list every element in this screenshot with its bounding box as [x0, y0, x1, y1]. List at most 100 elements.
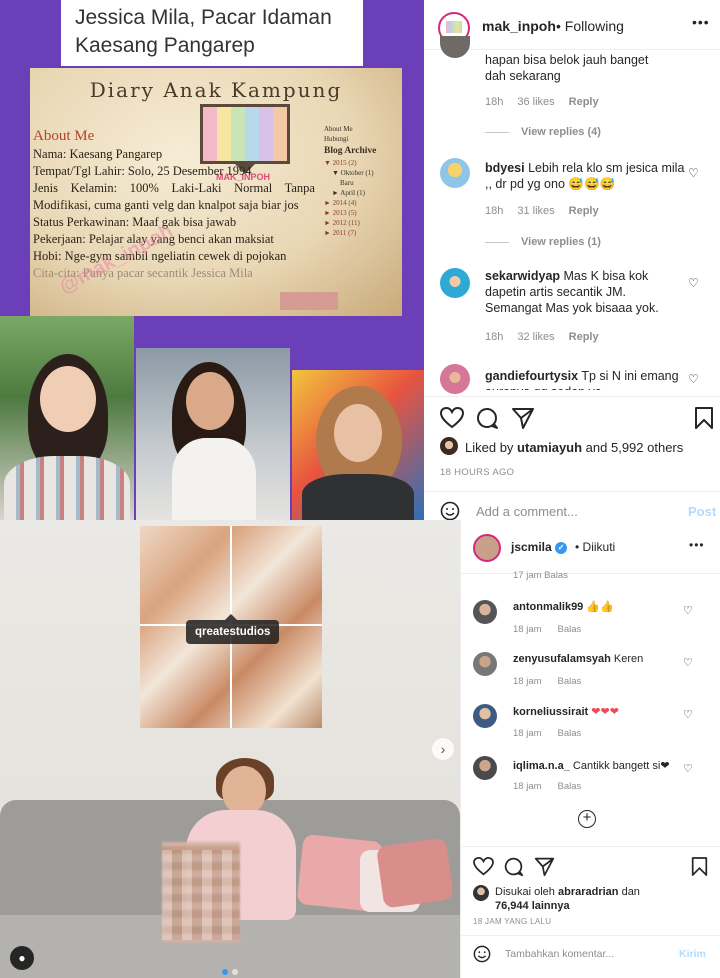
- comment-username[interactable]: korneliussirait: [513, 706, 588, 718]
- archive-year[interactable]: ► 2012 (11): [324, 218, 398, 228]
- save-bookmark-icon[interactable]: [691, 856, 708, 877]
- archive-year[interactable]: ▼ 2015 (2): [324, 158, 398, 168]
- comment-likes[interactable]: 31 likes: [517, 205, 554, 217]
- avatar[interactable]: [473, 534, 501, 562]
- reply-button[interactable]: Balas: [558, 728, 582, 739]
- archive-post[interactable]: Baru: [324, 178, 398, 188]
- liked-count[interactable]: 76,944 lainnya: [495, 900, 570, 912]
- post-username[interactable]: jscmila ✓: [511, 540, 568, 554]
- like-comment-heart-icon[interactable]: ♡: [683, 762, 693, 775]
- comment-text: iqlima.n.a_ Cantikk bangett si❤: [513, 760, 670, 772]
- avatar[interactable]: [473, 885, 489, 901]
- add-comment-input[interactable]: Add a comment...: [476, 504, 578, 519]
- comment-username[interactable]: sekarwidyap: [485, 269, 560, 283]
- post-photo-jscmila[interactable]: qreatestudios › ●: [0, 520, 460, 978]
- comment-likes[interactable]: 32 likes: [517, 331, 554, 343]
- add-comment-input[interactable]: Tambahkan komentar...: [505, 948, 614, 960]
- reply-button[interactable]: Balas: [558, 624, 582, 635]
- like-comment-heart-icon[interactable]: ♡: [688, 372, 699, 386]
- archive-year[interactable]: ► 2013 (5): [324, 208, 398, 218]
- follow-status[interactable]: • Diikuti: [575, 540, 615, 554]
- liked-by-text: Liked by utamiayuh and 5,992 others: [465, 440, 684, 455]
- comment-username[interactable]: bdyesi: [485, 161, 525, 175]
- emoji-icon[interactable]: [473, 945, 491, 963]
- like-comment-heart-icon[interactable]: ♡: [683, 708, 693, 721]
- avatar[interactable]: [473, 652, 497, 676]
- comment-username[interactable]: zenyusufalamsyah: [513, 653, 611, 665]
- share-icon[interactable]: [511, 406, 535, 430]
- share-icon[interactable]: [534, 856, 555, 877]
- like-comment-heart-icon[interactable]: ♡: [688, 276, 699, 290]
- avatar[interactable]: [440, 268, 470, 298]
- like-heart-icon[interactable]: [440, 407, 464, 429]
- liked-by-user[interactable]: utamiayuh: [517, 440, 582, 455]
- comment-text: sekarwidyap Mas K bisa kok dapetin artis…: [485, 269, 659, 315]
- reply-button[interactable]: Reply: [569, 331, 599, 343]
- avatar[interactable]: [440, 158, 470, 188]
- avatar[interactable]: [473, 704, 497, 728]
- post-header: jscmila ✓ • Diikuti •••: [461, 520, 720, 574]
- load-more-plus-icon[interactable]: +: [578, 810, 596, 828]
- archive-title: Blog Archive: [324, 146, 377, 156]
- like-comment-heart-icon[interactable]: ♡: [683, 656, 693, 669]
- archive-month[interactable]: ► April (1): [324, 188, 398, 198]
- avatar[interactable]: [440, 36, 470, 58]
- reply-button[interactable]: Reply: [569, 205, 599, 217]
- headline-line2: Kaesang Pangarep: [75, 34, 255, 57]
- photo-jessica-mila: [136, 348, 290, 520]
- news-collage: Jessica Mila, Pacar Idaman Kaesang Panga…: [0, 0, 424, 520]
- post-username[interactable]: mak_inpoh: [482, 18, 556, 34]
- more-options-icon[interactable]: •••: [689, 538, 705, 552]
- view-replies-label: View replies (1): [521, 236, 601, 248]
- comment-username[interactable]: antonmalik99: [513, 601, 583, 613]
- headline-box: Jessica Mila, Pacar Idaman Kaesang Panga…: [61, 0, 363, 66]
- blog-screenshot: Diary Anak Kampung MAK_INPOH About Me Na…: [30, 68, 402, 316]
- archive-year[interactable]: ► 2014 (4): [324, 198, 398, 208]
- next-photo-chevron-icon[interactable]: ›: [432, 738, 454, 760]
- about-heading: About Me: [33, 128, 95, 144]
- comment-meta: 18h 31 likes Reply: [485, 205, 613, 217]
- sidebar-link-hubungi[interactable]: Hubungi: [324, 134, 398, 144]
- reply-button[interactable]: Balas: [558, 676, 582, 687]
- avatar[interactable]: [473, 600, 497, 624]
- comment-icon[interactable]: [503, 856, 524, 877]
- sidebar-link-about[interactable]: About Me: [324, 124, 398, 134]
- avatar[interactable]: [440, 437, 458, 455]
- more-options-icon[interactable]: •••: [692, 14, 710, 30]
- comment-meta: 18 jam Balas: [513, 781, 582, 792]
- highlight-block: [280, 292, 338, 310]
- reply-button[interactable]: Reply: [569, 96, 599, 108]
- comment-meta: 18h 32 likes Reply: [485, 331, 613, 343]
- comment-likes[interactable]: 36 likes: [517, 96, 554, 108]
- photo-woman-hijab: [292, 370, 424, 520]
- comment-time: 18h: [485, 331, 504, 343]
- reply-button[interactable]: Balas: [558, 781, 582, 792]
- archive-month[interactable]: ▼ Oktober (1): [324, 168, 398, 178]
- view-replies-label: View replies (4): [521, 126, 601, 138]
- like-comment-heart-icon[interactable]: ♡: [683, 604, 693, 617]
- save-bookmark-icon[interactable]: [694, 406, 714, 430]
- post-comment-button[interactable]: Post: [688, 504, 716, 519]
- like-heart-icon[interactable]: [473, 857, 494, 876]
- about-me-section: About Me Nama: Kaesang Pangarep Tempat/T…: [33, 128, 315, 282]
- comment-icon[interactable]: [475, 406, 499, 430]
- liked-by-user[interactable]: abraradrian: [558, 886, 619, 898]
- follow-status[interactable]: • Following: [556, 18, 624, 34]
- about-line: Hobi: Nge-gym sambil ngeliatin cewek di …: [33, 249, 287, 263]
- instagram-post-comments-id: jscmila ✓ • Diikuti ••• 17 jam Balas ant…: [460, 520, 720, 978]
- like-comment-heart-icon[interactable]: ♡: [688, 166, 699, 180]
- post-comment-button[interactable]: Kirim: [679, 948, 706, 960]
- about-line: Nama: Kaesang Pangarep: [33, 147, 163, 161]
- user-tag-label[interactable]: qreatestudios: [186, 620, 280, 644]
- comment-text: antonmalik99 👍👍: [513, 601, 614, 613]
- avatar[interactable]: [440, 364, 470, 394]
- comment-username[interactable]: gandiefourtysix: [485, 369, 578, 383]
- emoji-icon[interactable]: [440, 501, 460, 521]
- view-replies-button[interactable]: View replies (4): [485, 126, 601, 138]
- avatar[interactable]: [473, 756, 497, 780]
- user-tags-icon[interactable]: ●: [10, 946, 34, 970]
- view-replies-button[interactable]: View replies (1): [485, 236, 601, 248]
- archive-year[interactable]: ► 2011 (7): [324, 228, 398, 238]
- comment-username[interactable]: iqlima.n.a_: [513, 760, 570, 772]
- post-timestamp: 18 JAM YANG LALU: [473, 917, 552, 926]
